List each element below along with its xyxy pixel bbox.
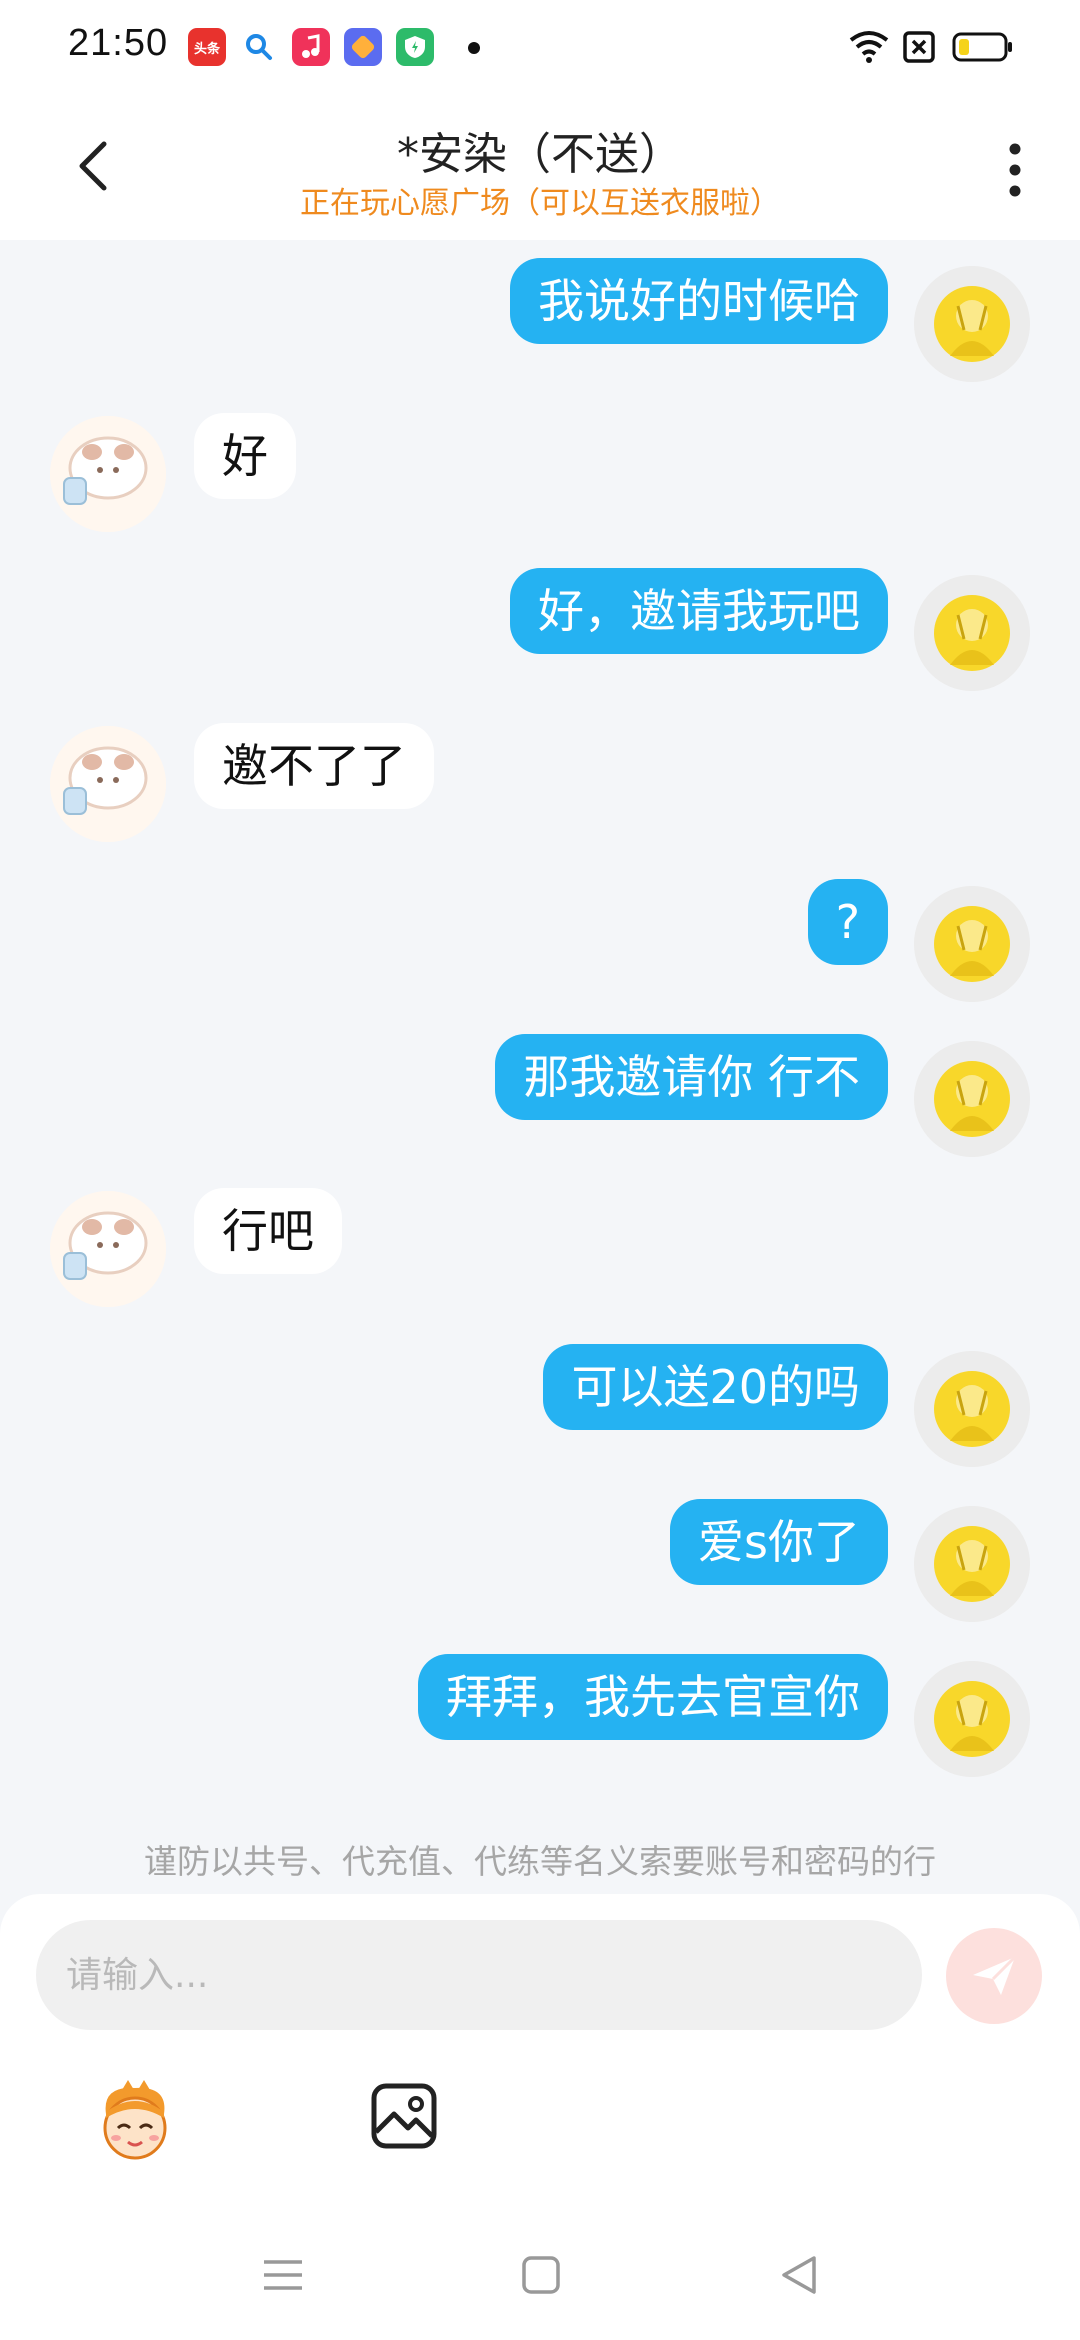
my-avatar[interactable]: [914, 1506, 1030, 1622]
status-time: 21:50: [68, 22, 169, 64]
my-avatar[interactable]: [914, 266, 1030, 382]
emoji-character-icon[interactable]: [92, 2078, 178, 2164]
page-title: *安染（不送）: [397, 129, 683, 180]
security-app-icon: [396, 28, 434, 66]
send-button[interactable]: [946, 1928, 1042, 2024]
wifi-icon: [849, 31, 889, 63]
back-triangle-icon[interactable]: [774, 2250, 824, 2300]
menu-icon[interactable]: [258, 2250, 308, 2300]
page-subtitle[interactable]: 正在玩心愿广场（可以互送衣服啦）: [0, 178, 1080, 222]
my-avatar[interactable]: [914, 575, 1030, 691]
message-bubble-sent[interactable]: 爱s你了: [670, 1499, 888, 1585]
sim-icon: [903, 31, 935, 63]
message-bubble-received[interactable]: 好: [194, 413, 296, 499]
chat-header: *安染（不送） 正在玩心愿广场（可以互送衣服啦）: [0, 96, 1080, 240]
safety-notice: 谨防以共号、代充值、代练等名义索要账号和密码的行: [144, 1842, 936, 1881]
system-nav-bar: [0, 2230, 1080, 2340]
battery-icon: [952, 32, 1012, 62]
toutiao-app-icon: 头条: [188, 28, 226, 66]
notification-dot: [468, 42, 480, 54]
my-avatar[interactable]: [914, 1661, 1030, 1777]
music-app-icon: [292, 28, 330, 66]
my-avatar[interactable]: [914, 886, 1030, 1002]
message-bubble-sent[interactable]: 可以送20的吗: [543, 1344, 888, 1430]
contact-avatar[interactable]: [50, 416, 166, 532]
contact-avatar[interactable]: [50, 726, 166, 842]
message-bubble-sent[interactable]: 那我邀请你 行不: [495, 1034, 888, 1120]
my-avatar[interactable]: [914, 1041, 1030, 1157]
send-icon: [973, 1955, 1017, 1995]
status-bar: 21:50 头条: [0, 0, 1080, 96]
message-bubble-received[interactable]: 邀不了了: [194, 723, 434, 809]
message-list[interactable]: 我说好的时候哈 好 好，邀请我玩吧 邀不了了 ? 那我邀请你 行不 行吧 可以送…: [0, 240, 1080, 1900]
home-icon[interactable]: [516, 2250, 566, 2300]
my-avatar[interactable]: [914, 1351, 1030, 1467]
search-app-icon: [240, 28, 278, 66]
contact-avatar[interactable]: [50, 1191, 166, 1307]
message-bubble-sent[interactable]: 好，邀请我玩吧: [510, 568, 888, 654]
message-bubble-sent[interactable]: 我说好的时候哈: [510, 258, 888, 344]
more-vertical-icon[interactable]: [1000, 142, 1030, 198]
message-bubble-received[interactable]: 行吧: [194, 1188, 342, 1274]
message-bubble-sent[interactable]: 拜拜，我先去官宣你: [418, 1654, 888, 1740]
message-bubble-sent[interactable]: ?: [807, 879, 888, 965]
message-input[interactable]: [36, 1920, 922, 2030]
app-store-icon: [344, 28, 382, 66]
toutiao-label: 头条: [193, 41, 220, 57]
image-icon[interactable]: [370, 2082, 438, 2150]
